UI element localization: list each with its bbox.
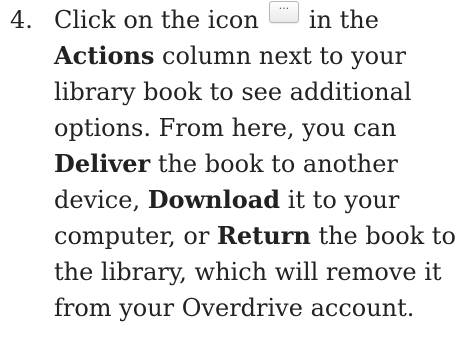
text-device: device,	[54, 186, 148, 214]
text-computer-or: computer, or	[54, 222, 217, 250]
text-line-8: the library, which will remove it	[54, 258, 442, 286]
keyword-download: Download	[147, 185, 281, 214]
text-line-7: computer, or Return the book to	[54, 218, 456, 254]
text-line-2: Actions column next to your	[54, 38, 444, 74]
text-book-to-another: the book to another	[150, 150, 398, 178]
text-line-3: library book to see additional	[54, 78, 412, 106]
text-the-book-to: the book to	[310, 222, 456, 250]
text-line-5: Deliver the book to another	[54, 146, 444, 182]
text-line-4: options. From here, you can	[54, 114, 397, 142]
text-in-the: in the	[308, 6, 379, 34]
text-column-next: column next to your	[154, 42, 407, 70]
text-line-1: Click on the icon ··· in the	[54, 0, 444, 38]
text-it-to-your: it to your	[280, 186, 400, 214]
keyword-return: Return	[216, 221, 311, 250]
keyword-deliver: Deliver	[54, 149, 151, 178]
text-line-9: from your Overdrive account.	[54, 294, 415, 322]
text-line-6: device, Download it to your	[54, 182, 444, 218]
instruction-step: 4. Click on the icon ··· in the Actions co…	[10, 0, 460, 326]
more-options-ellipsis-icon: ···	[268, 0, 299, 23]
step-number: 4.	[10, 6, 33, 34]
instruction-text: Click on the icon ··· in the Actions colum…	[54, 0, 456, 326]
text-click-on-icon: Click on the icon	[54, 6, 259, 34]
keyword-actions: Actions	[54, 41, 155, 70]
